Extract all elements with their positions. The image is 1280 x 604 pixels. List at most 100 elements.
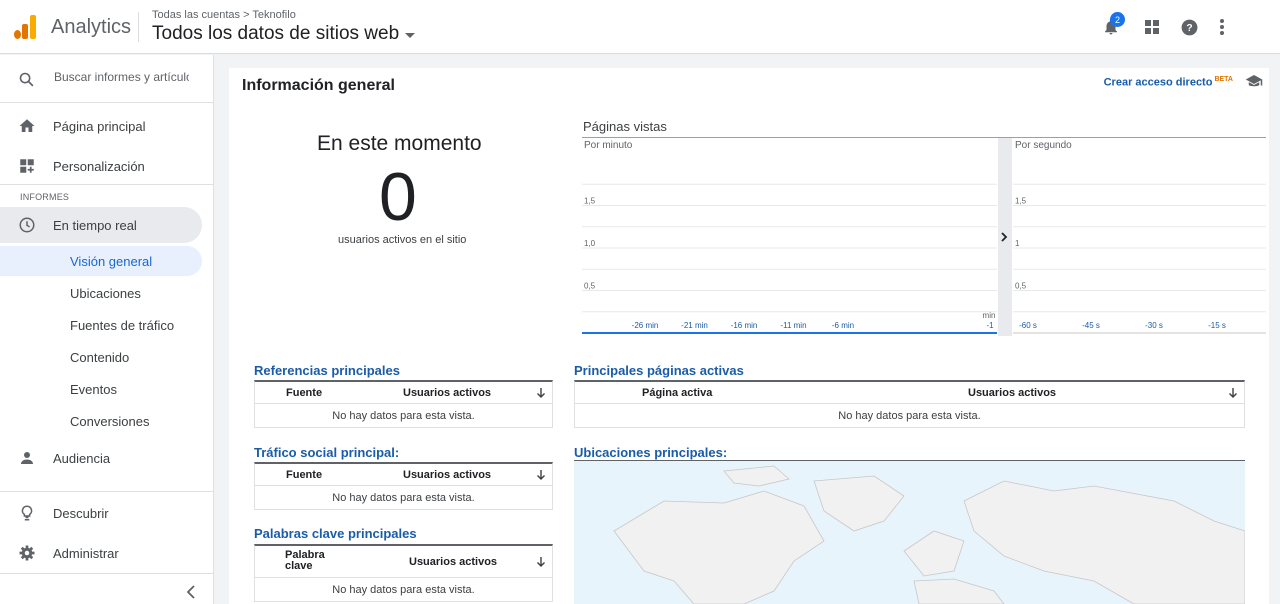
sidebar-item-label: Fuentes de tráfico — [70, 317, 175, 333]
create-shortcut-label: Crear acceso directo — [1103, 76, 1213, 89]
sidebar-item-realtime-content[interactable]: Contenido — [0, 342, 202, 372]
top-keywords-title: Palabras clave principales — [254, 526, 417, 541]
home-icon — [19, 119, 35, 132]
empty-message: No hay datos para esta vista. — [332, 491, 475, 504]
sidebar-item-discover[interactable]: Descubrir — [0, 495, 214, 531]
sidebar-item-admin[interactable]: Administrar — [0, 535, 214, 571]
sidebar-item-customization[interactable]: Personalización — [0, 148, 214, 184]
sidebar-item-label: Visión general — [70, 253, 153, 269]
sidebar-item-home[interactable]: Página principal — [0, 108, 214, 144]
sidebar-divider — [0, 491, 214, 492]
x-tick-label: -45 s — [1082, 321, 1100, 330]
graduation-cap-icon[interactable] — [1245, 74, 1263, 88]
active-users-label: usuarios activos en el sitio — [338, 234, 467, 246]
sidebar-item-label: Administrar — [53, 545, 119, 561]
column-header-source[interactable]: Fuente — [286, 387, 322, 399]
top-referrals-title: Referencias principales — [254, 363, 400, 378]
notifications-button[interactable]: 2 — [1099, 12, 1125, 39]
per-minute-chart: Por minuto 0,5 1,0 1,5 -26 min -21 min -16 min… — [582, 140, 997, 334]
page-title: Información general — [242, 77, 395, 94]
sidebar-item-label: Contenido — [70, 349, 130, 365]
search-icon — [19, 72, 34, 87]
x-tick-label: -26 min — [632, 321, 659, 330]
table-header: Fuente Usuarios activos — [255, 464, 552, 486]
sidebar-item-label: Audiencia — [53, 450, 111, 466]
sidebar-item-label: Descubrir — [53, 505, 109, 521]
y-tick-label: 1 — [1015, 239, 1020, 248]
more-vert-icon — [1220, 19, 1224, 35]
column-header-active-page[interactable]: Página activa — [642, 387, 712, 399]
active-users-count: 0 — [379, 159, 417, 235]
top-locations-title: Ubicaciones principales: — [574, 445, 728, 460]
chart-subtitle: Por segundo — [1015, 140, 1072, 151]
top-referrals-table: Fuente Usuarios activos No hay datos par… — [254, 380, 553, 428]
sidebar-divider — [0, 573, 214, 574]
sidebar-item-audience[interactable]: Audiencia — [0, 440, 214, 476]
column-header-active-users[interactable]: Usuarios activos — [409, 556, 497, 568]
collapse-sidebar-chevron-icon[interactable] — [186, 585, 196, 599]
sidebar-item-label: En tiempo real — [53, 217, 137, 233]
app-name: Analytics — [51, 16, 132, 38]
notification-count-badge: 2 — [1110, 12, 1125, 27]
x-tick-label: -60 s — [1019, 321, 1037, 330]
right-now-title: En este momento — [317, 132, 482, 155]
dashboard-add-icon — [20, 159, 34, 173]
empty-message: No hay datos para esta vista. — [838, 409, 981, 422]
sidebar-item-realtime-locations[interactable]: Ubicaciones — [0, 278, 202, 308]
lightbulb-icon — [21, 505, 33, 521]
property-selector[interactable]: Todos los datos de sitios web — [152, 23, 416, 45]
gear-icon — [19, 545, 35, 561]
help-button[interactable]: ? — [1177, 15, 1201, 39]
y-tick-label: 1,5 — [584, 197, 596, 206]
x-tick-label: -15 s — [1208, 321, 1226, 330]
apps-grid-icon — [1145, 20, 1159, 34]
x-tick-label: -21 min — [681, 321, 708, 330]
top-social-table: Fuente Usuarios activos No hay datos par… — [254, 462, 553, 510]
more-options-button[interactable] — [1210, 15, 1234, 39]
sidebar-item-realtime[interactable]: En tiempo real — [0, 207, 202, 243]
table-header: Fuente Usuarios activos — [255, 382, 552, 404]
apps-button[interactable] — [1140, 15, 1164, 39]
account-breadcrumb[interactable]: Todas las cuentas > Teknofilo — [152, 9, 296, 21]
sidebar-item-label: Ubicaciones — [70, 285, 141, 301]
sidebar-search — [0, 55, 214, 103]
column-header-keyword[interactable]: Palabra clave — [285, 550, 330, 572]
top-app-bar: Analytics Todas las cuentas > Teknofilo … — [0, 0, 1280, 54]
sidebar-item-realtime-traffic-sources[interactable]: Fuentes de tráfico — [0, 310, 202, 340]
analytics-logo-icon[interactable] — [14, 15, 36, 39]
main-content: Información general Crear acceso directo… — [229, 68, 1269, 604]
pageviews-title: Páginas vistas — [583, 119, 667, 134]
table-header: Palabra clave Usuarios activos — [255, 546, 552, 578]
sort-down-arrow-icon[interactable] — [536, 387, 546, 399]
search-input[interactable] — [54, 70, 189, 84]
column-header-active-users[interactable]: Usuarios activos — [968, 387, 1056, 399]
sidebar-divider — [0, 184, 214, 185]
top-keywords-table: Palabra clave Usuarios activos No hay da… — [254, 544, 553, 602]
sort-down-arrow-icon[interactable] — [1228, 387, 1238, 399]
y-tick-label: 1,0 — [584, 239, 596, 248]
sort-down-arrow-icon[interactable] — [536, 469, 546, 481]
x-tick-label: -11 min — [780, 321, 806, 330]
top-social-title: Tráfico social principal: — [254, 445, 400, 460]
column-header-active-users[interactable]: Usuarios activos — [403, 469, 491, 481]
y-tick-label: 0,5 — [584, 282, 596, 291]
help-icon: ? — [1181, 19, 1197, 35]
column-header-source[interactable]: Fuente — [286, 469, 322, 481]
column-header-active-users[interactable]: Usuarios activos — [403, 387, 491, 399]
locations-map[interactable] — [574, 461, 1245, 604]
sidebar-item-realtime-overview[interactable]: Visión general — [0, 246, 202, 276]
world-map — [613, 465, 1245, 604]
sidebar-item-label: Eventos — [70, 381, 117, 397]
pageviews-chart: Por minuto 0,5 1,0 1,5 -26 min -21 min -16 min… — [582, 137, 1266, 336]
sidebar-item-label: Conversiones — [70, 413, 150, 429]
sidebar: Página principal Personalización INFORME… — [0, 55, 214, 604]
create-shortcut-link[interactable]: Crear acceso directo BETA — [1104, 76, 1233, 89]
top-pages-table: Página activa Usuarios activos No hay da… — [574, 380, 1245, 428]
sidebar-item-label: Personalización — [53, 158, 145, 174]
empty-message: No hay datos para esta vista. — [332, 409, 475, 422]
sidebar-item-realtime-conversions[interactable]: Conversiones — [0, 406, 202, 436]
sort-down-arrow-icon[interactable] — [536, 556, 546, 568]
table-header: Página activa Usuarios activos — [575, 382, 1244, 404]
per-second-chart: Por segundo 0,5 1 1,5 -60 s -45 s -30 s -15 s — [1013, 140, 1266, 334]
sidebar-item-realtime-events[interactable]: Eventos — [0, 374, 202, 404]
